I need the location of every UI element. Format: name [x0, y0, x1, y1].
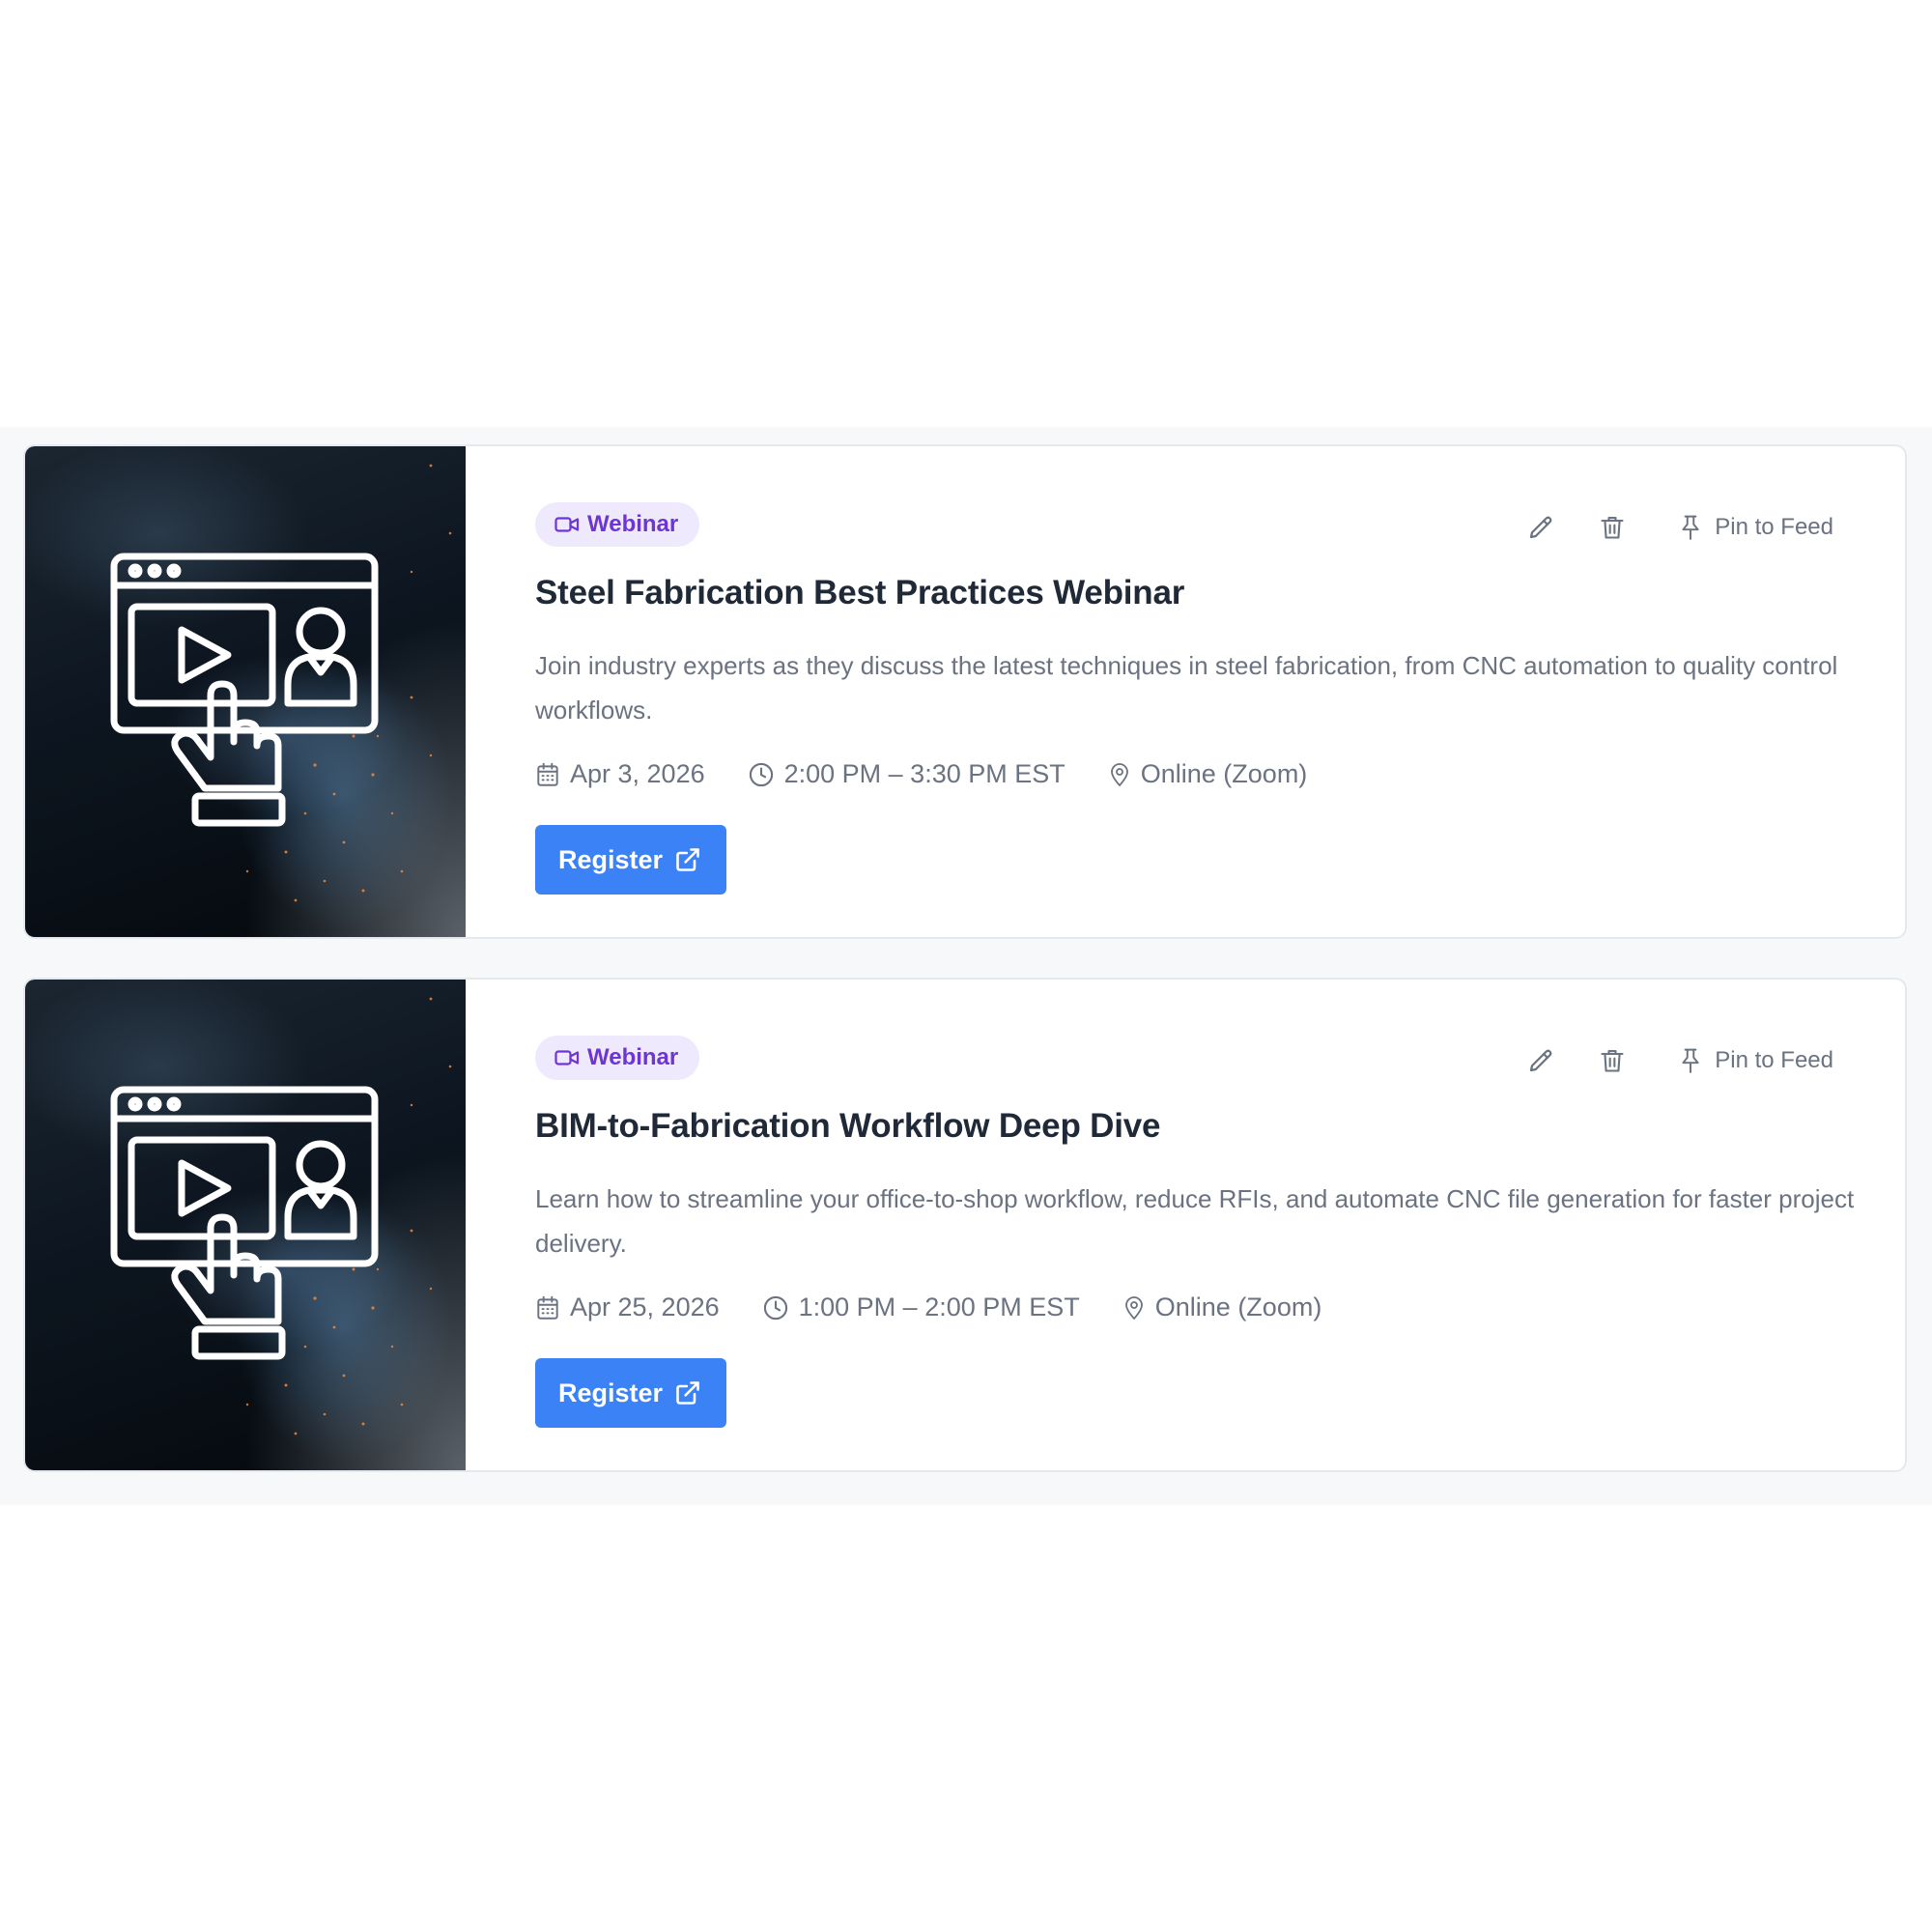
- edit-button[interactable]: [1520, 506, 1562, 549]
- event-description: Learn how to streamline your office-to-s…: [535, 1184, 1855, 1258]
- event-location-text: Online (Zoom): [1140, 759, 1308, 788]
- event-type-badge: Webinar: [535, 1036, 700, 1080]
- external-link-icon: [676, 848, 699, 871]
- event-thumbnail: [25, 980, 466, 1470]
- pin-to-feed-label: Pin to Feed: [1715, 1047, 1833, 1073]
- webinar-screen-icon: [110, 1086, 379, 1360]
- event-type-badge: Webinar: [535, 502, 700, 547]
- card-actions: Pin to Feed: [1520, 1039, 1833, 1082]
- event-card: Webinar: [23, 978, 1907, 1472]
- event-content: Webinar: [512, 980, 1905, 1470]
- pin-to-feed-button[interactable]: Pin to Feed: [1678, 1046, 1833, 1075]
- event-date: Apr 3, 2026: [535, 759, 705, 789]
- webinar-screen-icon: [110, 553, 379, 827]
- pencil-icon: [1530, 1049, 1552, 1072]
- clock-icon: [763, 1295, 787, 1320]
- event-meta: Apr 25, 2026 1:00 PM – 2:00 PM EST Onlin…: [535, 1293, 1364, 1322]
- video-camera-icon: [554, 1050, 580, 1065]
- event-date-text: Apr 3, 2026: [570, 759, 705, 788]
- register-label: Register: [558, 1378, 664, 1407]
- event-location-text: Online (Zoom): [1154, 1293, 1322, 1321]
- video-camera-icon: [554, 517, 580, 532]
- pencil-icon: [1530, 516, 1552, 539]
- delete-button[interactable]: [1591, 506, 1634, 549]
- map-pin-icon: [1110, 762, 1128, 786]
- trash-icon: [1601, 517, 1624, 539]
- trash-icon: [1601, 1050, 1624, 1072]
- card-actions: Pin to Feed: [1520, 506, 1833, 549]
- badge-label: Webinar: [587, 511, 679, 537]
- pin-icon: [1682, 1048, 1699, 1073]
- event-title: BIM-to-Fabrication Workflow Deep Dive: [535, 1107, 1161, 1145]
- calendar-icon: [537, 1295, 558, 1320]
- event-location: Online (Zoom): [1108, 759, 1308, 789]
- edit-button[interactable]: [1520, 1039, 1562, 1082]
- map-pin-icon: [1124, 1295, 1143, 1320]
- event-time-text: 1:00 PM – 2:00 PM EST: [798, 1293, 1080, 1321]
- pin-icon: [1682, 515, 1699, 540]
- calendar-icon: [537, 762, 558, 786]
- pin-to-feed-label: Pin to Feed: [1715, 514, 1833, 540]
- external-link-icon: [676, 1381, 699, 1405]
- event-card: Webinar: [23, 444, 1907, 939]
- badge-label: Webinar: [587, 1044, 679, 1070]
- pin-to-feed-button[interactable]: Pin to Feed: [1678, 513, 1833, 542]
- event-feed: Webinar Pin to Feed Steel Fabrication Be…: [0, 427, 1932, 1505]
- event-time-text: 2:00 PM – 3:30 PM EST: [783, 759, 1065, 788]
- event-date-text: Apr 25, 2026: [570, 1293, 720, 1321]
- event-time: 2:00 PM – 3:30 PM EST: [748, 759, 1065, 789]
- event-content: Webinar: [512, 446, 1905, 937]
- register-button[interactable]: Register: [535, 1358, 727, 1428]
- event-date: Apr 25, 2026: [535, 1293, 720, 1322]
- event-description: Join industry experts as they discuss th…: [535, 651, 1838, 724]
- event-thumbnail: [25, 446, 466, 937]
- register-button[interactable]: Register: [535, 825, 727, 895]
- event-meta: Apr 3, 2026 2:00 PM – 3:30 PM EST Online…: [535, 759, 1350, 789]
- event-title: Steel Fabrication Best Practices Webinar: [535, 574, 1185, 611]
- delete-button[interactable]: [1591, 1039, 1634, 1082]
- register-label: Register: [558, 844, 664, 874]
- clock-icon: [749, 762, 773, 786]
- event-location: Online (Zoom): [1122, 1293, 1322, 1322]
- event-time: 1:00 PM – 2:00 PM EST: [762, 1293, 1080, 1322]
